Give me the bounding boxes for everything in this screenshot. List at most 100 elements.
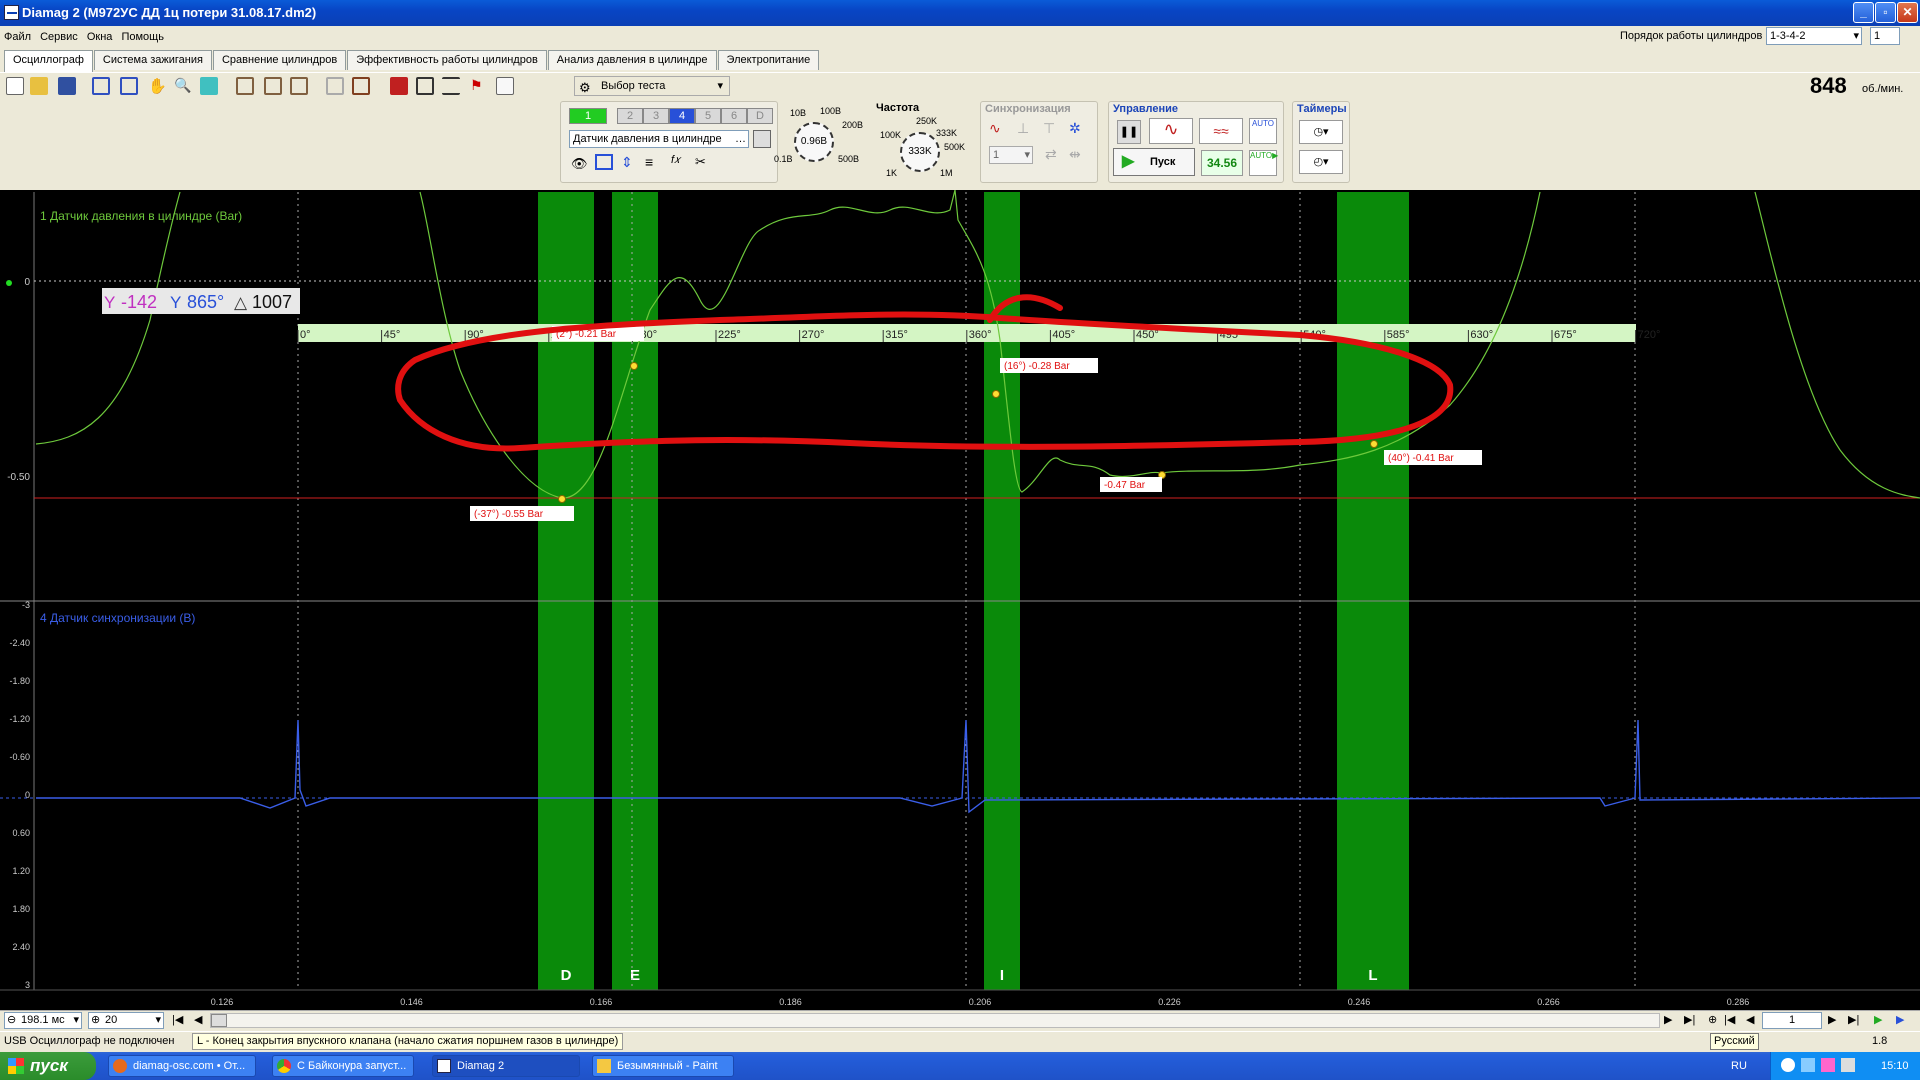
restore-button[interactable]: ▫ [1875,2,1896,23]
tools-icon[interactable]: ✂ [695,154,706,170]
cursor-tool-icon[interactable] [92,77,110,95]
grid-icon[interactable] [416,77,434,95]
flag-icon[interactable]: ⚑ [470,77,488,95]
tab-cylinder-compare[interactable]: Сравнение цилиндров [212,50,347,70]
marker-label: -0.47 Bar [1104,480,1146,491]
channel-3-button[interactable]: 3 [643,108,669,124]
frame-icon[interactable]: ⊕ [1708,1013,1717,1026]
tray-app-icon[interactable] [1821,1058,1835,1072]
channel-1-button[interactable]: 1 [569,108,607,124]
start-button-os[interactable]: пуск [0,1052,96,1080]
close-button[interactable]: ✕ [1897,2,1918,23]
scale-icon[interactable]: ⇕ [621,154,633,171]
timer-a-icon[interactable]: ◷▾ [1299,120,1343,144]
task-diamag[interactable]: Diamag 2 [432,1055,580,1077]
hand-icon[interactable]: ✋ [148,77,167,95]
auto-play-icon[interactable]: AUTO▶ [1249,150,1278,176]
lines-icon[interactable]: ≡ [645,154,653,170]
sync-rise-icon[interactable]: ⊥ [1017,120,1029,137]
frame-first-icon[interactable]: |◀ [1724,1013,1735,1026]
tab-cylinder-efficiency[interactable]: Эффективность работы цилиндров [347,50,547,70]
ch1-zero-marker[interactable] [6,280,12,286]
formula-icon[interactable]: f𝑥 [671,154,680,167]
scrollbar-thumb[interactable] [211,1014,227,1027]
menu-windows[interactable]: Окна [87,31,113,43]
channel-d-button[interactable]: D [747,108,773,124]
tab-ignition[interactable]: Система зажигания [93,50,212,70]
channel-2-button[interactable]: 2 [617,108,643,124]
waveform-icon[interactable] [264,77,282,95]
sensor-settings-icon[interactable] [753,130,771,148]
sync-auto-icon[interactable]: ✲ [1069,120,1081,137]
scroll-next-icon[interactable]: ▶ [1664,1013,1672,1026]
task-paint[interactable]: Безымянный - Paint [592,1055,734,1077]
menu-help[interactable]: Помощь [121,31,164,43]
scroll-prev-icon[interactable]: ◀ [194,1013,202,1026]
start-button[interactable]: ▶ Пуск [1113,148,1195,176]
oscilloscope-area[interactable]: DEIL 1 Датчик давления в цилиндре (Bar) … [0,189,1920,1010]
measure-tool-icon[interactable] [120,77,138,95]
sync-arrows-icon[interactable]: ⇹ [1069,146,1081,163]
sync-fall-icon[interactable]: ⊤ [1043,120,1055,137]
zoom-icon[interactable]: 🔍 [174,77,192,95]
overlay-icon[interactable] [290,77,308,95]
play-fast-icon[interactable]: ▶ [1896,1013,1904,1026]
minimize-button[interactable]: _ [1853,2,1874,23]
sync-swap-icon[interactable]: ⇄ [1045,146,1057,163]
wave-icon[interactable] [595,154,613,170]
horizontal-scrollbar[interactable] [210,1013,1660,1028]
keyboard-language[interactable]: RU [1731,1052,1747,1080]
channel-4-button[interactable]: 4 [669,108,695,124]
volume-icon[interactable] [1841,1058,1855,1072]
open-folder-icon[interactable] [30,77,48,95]
auto-mode-icon[interactable]: AUTO [1249,118,1277,144]
cylinder-order-select[interactable]: 1-3-4-2 ▾ [1766,27,1862,45]
tab-power[interactable]: Электропитание [717,50,820,70]
task-browser-1[interactable]: diamag-osc.com • От... [108,1055,256,1077]
frame-number-input[interactable]: 1 [1762,1012,1822,1029]
voltage-knob[interactable]: 0.96В [794,122,834,162]
layers-icon[interactable] [200,77,218,95]
sensor-select[interactable]: Датчик давления в цилиндре… [569,130,749,148]
save-icon[interactable] [58,77,76,95]
dial-mark: 10В [790,108,807,118]
tab-pressure-analysis[interactable]: Анализ давления в цилиндре [547,50,717,70]
frame-next-icon[interactable]: ▶ [1828,1013,1836,1026]
menu-file[interactable]: Файл [4,31,31,43]
oscilloscope-canvas[interactable]: DEIL 1 Датчик давления в цилиндре (Bar) … [0,189,1920,1010]
pause-icon[interactable]: ❚❚ [1117,120,1141,144]
menu-service[interactable]: Сервис [40,31,78,43]
scroll-last-icon[interactable]: ▶| [1684,1013,1695,1026]
sync-select[interactable]: 1 ▾ [989,146,1033,164]
channel-5-button[interactable]: 5 [695,108,721,124]
cylinder-number-spinner[interactable]: 1 [1870,27,1900,45]
frame-last-icon[interactable]: ▶| [1848,1013,1859,1026]
task-browser-2[interactable]: С Байконура запуст... [272,1055,414,1077]
split-icon[interactable] [442,77,460,95]
scroll-first-icon[interactable]: |◀ [172,1013,183,1026]
tray-arrow-icon[interactable] [1781,1058,1795,1072]
play-icon[interactable]: ▶ [1874,1013,1882,1026]
zero-icon[interactable] [352,77,370,95]
auto-icon[interactable] [326,77,344,95]
report-icon[interactable] [496,77,514,95]
sine-mode-icon[interactable]: ∿ [1149,118,1193,144]
noise-mode-icon[interactable]: ≈≈ [1199,118,1243,144]
markers-icon[interactable] [390,77,408,95]
new-file-icon[interactable] [6,77,24,95]
timebase-select[interactable]: ⊖ 198.1 мс ▾ [4,1012,82,1029]
network-icon[interactable] [1801,1058,1815,1072]
frame-prev-icon[interactable]: ◀ [1746,1013,1754,1026]
voltage-dial[interactable]: 10В 100В 200В 500В 0.1В 0.96В [774,106,866,182]
channel-6-button[interactable]: 6 [721,108,747,124]
eye-icon[interactable]: 👁 [571,156,588,172]
degree-label: 360° [969,329,992,341]
timer-b-icon[interactable]: ◴▾ [1299,150,1343,174]
frequency-knob[interactable]: 333K [900,132,940,172]
count-select[interactable]: ⊕ 20 ▾ [88,1012,164,1029]
sync-edge-icon[interactable]: ∿ [989,120,1001,137]
cylinder-number: 1 [1874,30,1881,42]
filter-icon[interactable] [236,77,254,95]
test-select-button[interactable]: ⚙ Выбор теста ▾ [574,76,730,96]
tab-oscilloscope[interactable]: Осциллограф [4,50,93,72]
